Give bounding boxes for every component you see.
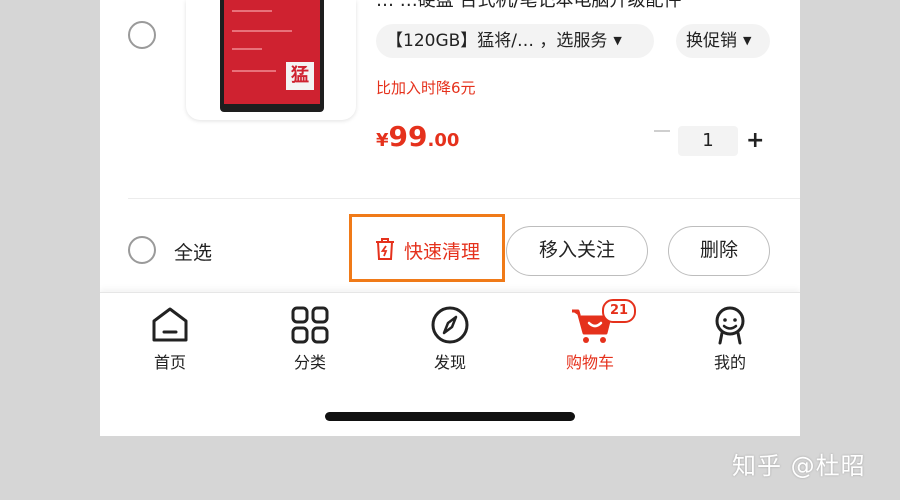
promo-selector[interactable]: 换促销 ▼ bbox=[676, 24, 770, 58]
tab-category-label: 分类 bbox=[293, 353, 326, 372]
home-indicator[interactable] bbox=[325, 412, 575, 421]
product-price: ¥99.00 bbox=[376, 120, 459, 153]
cart-count-badge: 21 bbox=[602, 299, 636, 323]
tab-home[interactable]: 首页 bbox=[120, 305, 220, 372]
tab-profile-label: 我的 bbox=[713, 353, 746, 372]
delete-button[interactable]: 删除 bbox=[668, 226, 770, 276]
ssd-brand-mark: 猛 bbox=[286, 62, 314, 90]
tab-profile[interactable]: 我的 bbox=[680, 305, 780, 372]
phone-screen: 猛 … …硬盘 台式机/笔记本电脑升级配件 【120GB】猛将/… ，选服务 ▼ … bbox=[100, 0, 800, 436]
promo-selector-label: 换促销 bbox=[686, 31, 737, 51]
move-to-favorites-button[interactable]: 移入关注 bbox=[506, 226, 648, 276]
compass-icon bbox=[431, 306, 469, 344]
cart-item: 猛 … …硬盘 台式机/笔记本电脑升级配件 【120GB】猛将/… ，选服务 ▼ … bbox=[128, 0, 800, 199]
price-integer: 99 bbox=[388, 120, 428, 153]
price-drop-notice: 比加入时降6元 bbox=[376, 79, 476, 97]
product-thumbnail[interactable]: 猛 bbox=[186, 0, 356, 120]
select-all-radio[interactable] bbox=[128, 236, 156, 264]
quantity-plus-button[interactable]: + bbox=[746, 127, 764, 155]
profile-icon bbox=[715, 306, 745, 345]
quick-clean-button[interactable]: 快速清理 bbox=[349, 214, 505, 282]
watermark: 知乎 @杜昭 bbox=[732, 452, 866, 480]
tab-discover-label: 发现 bbox=[433, 353, 466, 372]
item-select-radio[interactable] bbox=[128, 21, 156, 49]
ssd-image: 猛 bbox=[220, 0, 324, 112]
chevron-down-icon: ▼ bbox=[613, 34, 622, 47]
home-icon bbox=[152, 307, 188, 342]
quick-clean-label: 快速清理 bbox=[404, 241, 481, 263]
tab-discover[interactable]: 发现 bbox=[400, 305, 500, 372]
quantity-input[interactable]: 1 bbox=[678, 126, 738, 156]
grid-icon bbox=[291, 306, 329, 344]
variant-selector[interactable]: 【120GB】猛将/… ，选服务 ▼ bbox=[376, 24, 654, 58]
tab-cart[interactable]: 21 购物车 bbox=[540, 299, 640, 372]
tab-cart-label: 购物车 bbox=[565, 353, 614, 372]
select-all-label[interactable]: 全选 bbox=[174, 238, 212, 265]
price-decimal: .00 bbox=[427, 130, 460, 151]
trash-bolt-icon bbox=[376, 238, 394, 260]
chevron-down-icon: ▼ bbox=[743, 34, 752, 47]
cart-action-bar: 全选 快速清理 移入关注 删除 bbox=[100, 210, 800, 292]
price-currency: ¥ bbox=[376, 130, 389, 151]
tab-home-label: 首页 bbox=[153, 353, 186, 372]
quantity-minus-button[interactable] bbox=[654, 130, 670, 132]
product-title[interactable]: … …硬盘 台式机/笔记本电脑升级配件 bbox=[376, 0, 796, 12]
tab-category[interactable]: 分类 bbox=[260, 305, 360, 372]
variant-label: 【120GB】猛将/… ，选服务 bbox=[386, 31, 608, 51]
